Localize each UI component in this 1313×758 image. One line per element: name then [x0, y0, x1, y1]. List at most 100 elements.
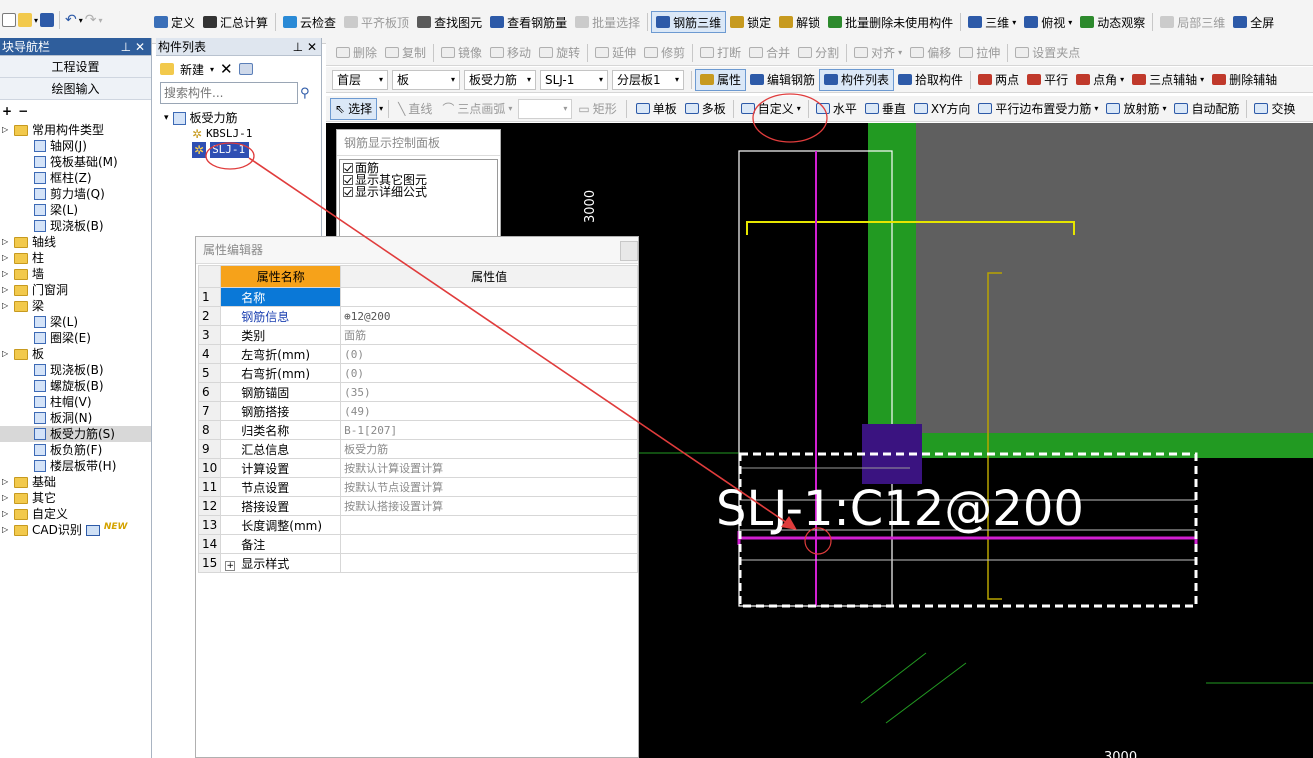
select-dropdown-icon[interactable]: ▾ — [379, 104, 383, 113]
toolbar-button-2[interactable]: 云检查 — [279, 11, 340, 33]
edit-button-9[interactable]: 分割 — [794, 42, 843, 64]
property-value[interactable]: (0) — [340, 363, 638, 383]
nav-folder[interactable]: ▷ 轴线 — [0, 234, 151, 250]
arc-tool-button[interactable]: ⌒ 三点画弧 ▾ — [438, 98, 516, 120]
expand-toggle-icon[interactable]: ▷ — [2, 474, 10, 490]
toolbar-button-6[interactable]: 批量选择 — [571, 11, 644, 33]
component-tool-3[interactable]: 拾取构件 — [894, 69, 967, 91]
layout-tool-2[interactable]: 自定义 ▾ — [737, 98, 805, 120]
property-value[interactable] — [340, 534, 638, 554]
edit-button-5[interactable]: 延伸 — [591, 42, 640, 64]
nav-item[interactable]: 楼层板带(H) — [0, 458, 151, 474]
type-select[interactable]: 板 ▾ — [392, 69, 460, 90]
expand-toggle-icon[interactable]: ▷ — [2, 122, 10, 138]
property-value[interactable]: 面筋 — [340, 325, 638, 345]
nav-folder[interactable]: ▷ 基础 — [0, 474, 151, 490]
component-tool-2[interactable]: 构件列表 — [819, 68, 895, 91]
component-search-input[interactable] — [160, 82, 298, 104]
layout-tool-9[interactable]: 交换 — [1250, 98, 1299, 120]
edit-button-10[interactable]: 对齐 ▾ — [850, 42, 906, 64]
property-row[interactable]: 3 类别 面筋 — [197, 325, 638, 345]
nav-folder[interactable]: ▷ 梁 — [0, 298, 151, 314]
expand-toggle-icon[interactable]: ▷ — [2, 234, 10, 250]
pin-close-icon[interactable]: ⊥ ✕ — [121, 38, 151, 55]
property-value[interactable]: (35) — [340, 382, 638, 402]
expand-toggle-icon[interactable]: ▷ — [2, 490, 10, 506]
toolbar-button-7[interactable]: 钢筋三维 — [651, 11, 727, 33]
toolbar-button-0[interactable]: 定义 — [150, 11, 199, 33]
property-value[interactable]: (0) — [340, 344, 638, 364]
nav-item[interactable]: 剪力墙(Q) — [0, 186, 151, 202]
property-value[interactable]: 按默认节点设置计算 — [340, 477, 638, 497]
toolbar-button-13[interactable]: 动态观察 — [1076, 11, 1149, 33]
nav-item[interactable]: 轴网(J) — [0, 138, 151, 154]
expand-row-icon[interactable]: + — [225, 560, 236, 571]
edit-button-3[interactable]: 移动 — [486, 42, 535, 64]
property-row[interactable]: 14 备注 — [197, 534, 638, 554]
property-row[interactable]: 12 搭接设置 按默认搭接设置计算 — [197, 496, 638, 516]
property-row[interactable]: 2 钢筋信息 ⊕12@200 — [197, 306, 638, 326]
property-row[interactable]: 1 名称 — [197, 287, 638, 307]
panel-pin-close-icon[interactable]: ⊥ ✕ — [293, 38, 321, 55]
new-file-icon[interactable] — [2, 13, 16, 27]
redo-icon[interactable]: ↷ — [85, 12, 97, 28]
property-value[interactable] — [340, 515, 638, 535]
component-tool-1[interactable]: 编辑钢筋 — [746, 69, 819, 91]
save-icon[interactable] — [40, 13, 55, 27]
property-value[interactable]: 按默认搭接设置计算 — [340, 496, 638, 516]
property-row[interactable]: 15 + 显示样式 — [197, 553, 638, 573]
toolbar-button-10[interactable]: 批量删除未使用构件 — [824, 11, 957, 33]
nav-item[interactable]: 圈梁(E) — [0, 330, 151, 346]
property-row[interactable]: 11 节点设置 按默认节点设置计算 — [197, 477, 638, 497]
expand-toggle-icon[interactable]: ▷ — [2, 282, 10, 298]
dropdown-icon[interactable]: ▾ — [1012, 18, 1016, 27]
edit-button-0[interactable]: 删除 — [332, 42, 381, 64]
checkbox-checked[interactable] — [343, 163, 353, 173]
nav-item[interactable]: 框柱(Z) — [0, 170, 151, 186]
edit-button-8[interactable]: 合并 — [745, 42, 794, 64]
toolbar-button-1[interactable]: 汇总计算 — [199, 11, 272, 33]
edit-button-7[interactable]: 打断 — [696, 42, 745, 64]
property-row[interactable]: 5 右弯折(mm) (0) — [197, 363, 638, 383]
property-value[interactable] — [340, 287, 638, 307]
component-tool-7[interactable]: 三点辅轴 ▾ — [1128, 69, 1208, 91]
toolbar-button-8[interactable]: 锁定 — [726, 11, 775, 33]
layout-tool-7[interactable]: 放射筋 ▾ — [1102, 98, 1170, 120]
collapse-all-icon[interactable]: − — [18, 104, 28, 118]
edit-button-2[interactable]: 镜像 — [437, 42, 486, 64]
nav-folder[interactable]: ▷ 其它 — [0, 490, 151, 506]
line-tool-button[interactable]: ╲ 直线 — [394, 98, 436, 120]
collapse-toggle-icon[interactable]: ▾ — [164, 110, 169, 126]
redo-dropdown-icon[interactable]: ▾ — [99, 16, 103, 25]
component-tool-5[interactable]: 平行 — [1023, 69, 1072, 91]
edit-button-12[interactable]: 拉伸 — [955, 42, 1004, 64]
new-dropdown-icon[interactable]: ▾ — [210, 65, 214, 74]
open-dropdown-icon[interactable]: ▾ — [34, 16, 38, 25]
edit-button-1[interactable]: 复制 — [381, 42, 430, 64]
property-editor-close-button[interactable] — [620, 241, 638, 261]
toolbar-button-3[interactable]: 平齐板顶 — [340, 11, 413, 33]
nav-item[interactable]: 筏板基础(M) — [0, 154, 151, 170]
layout-tool-8[interactable]: 自动配筋 — [1170, 98, 1243, 120]
nav-item[interactable]: 现浇板(B) — [0, 218, 151, 234]
property-row[interactable]: 10 计算设置 按默认计算设置计算 — [197, 458, 638, 478]
nav-folder[interactable]: ▷ CAD识别 NEW — [0, 522, 151, 538]
nav-folder[interactable]: ▷ 常用构件类型 — [0, 122, 151, 138]
layout-tool-1[interactable]: 多板 — [681, 98, 730, 120]
open-folder-icon[interactable] — [18, 13, 32, 27]
property-value[interactable]: B-1[207] — [340, 420, 638, 440]
drawing-input-button[interactable]: 绘图输入 — [0, 78, 151, 100]
nav-item[interactable]: 板负筋(F) — [0, 442, 151, 458]
layout-tool-6[interactable]: 平行边布置受力筋 ▾ — [974, 98, 1102, 120]
edit-button-11[interactable]: 偏移 — [906, 42, 955, 64]
component-tool-8[interactable]: 删除辅轴 — [1208, 69, 1281, 91]
checkbox-checked[interactable] — [343, 187, 353, 197]
undo-dropdown-icon[interactable]: ▾ — [79, 16, 83, 25]
layout-tool-4[interactable]: 垂直 — [861, 98, 910, 120]
nav-item[interactable]: 梁(L) — [0, 202, 151, 218]
nav-folder[interactable]: ▷ 自定义 — [0, 506, 151, 522]
layout-tool-0[interactable]: 单板 — [632, 98, 681, 120]
toolbar-button-12[interactable]: 俯视 ▾ — [1020, 11, 1076, 33]
property-value[interactable] — [340, 553, 638, 573]
expand-toggle-icon[interactable]: ▷ — [2, 506, 10, 522]
